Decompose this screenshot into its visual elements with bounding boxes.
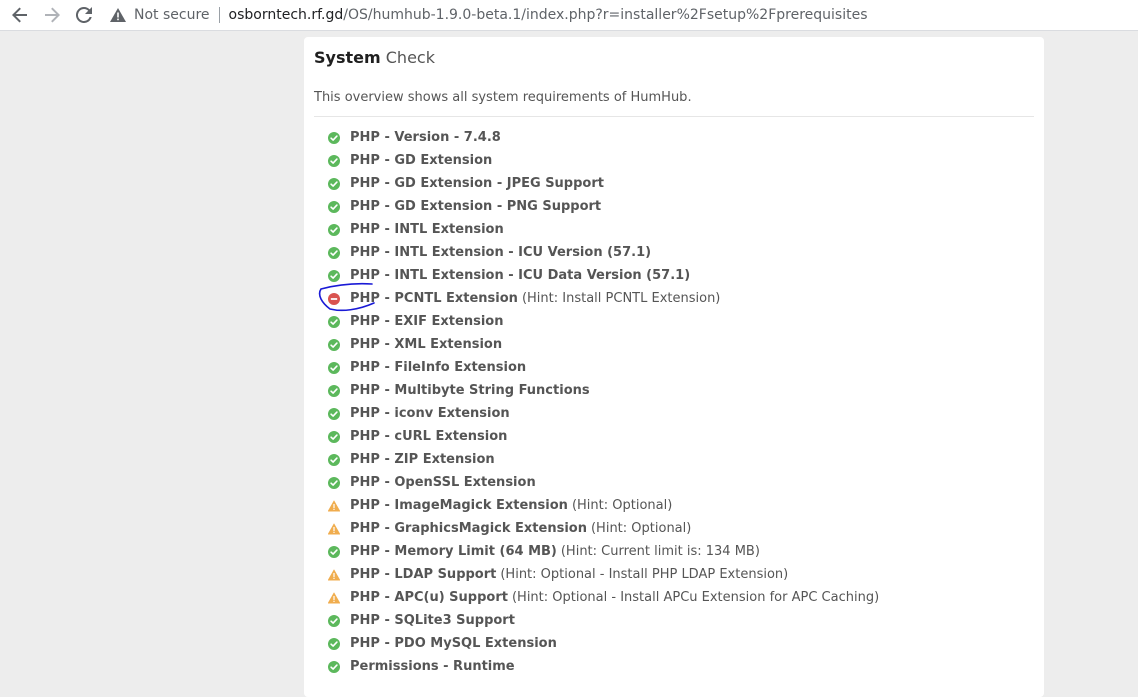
url-path[interactable]: /OS/humhub-1.9.0-beta.1/index.php?r=inst… bbox=[343, 7, 867, 23]
check-circle-icon bbox=[328, 660, 340, 673]
requirement-title: PHP - FileInfo Extension bbox=[350, 360, 527, 375]
url-host[interactable]: osborntech.rf.gd bbox=[229, 7, 344, 23]
warning-triangle-icon[interactable] bbox=[110, 8, 126, 22]
check-circle-icon bbox=[328, 200, 340, 213]
requirement-title: PHP - INTL Extension - ICU Data Version … bbox=[350, 268, 691, 283]
check-circle-icon bbox=[328, 177, 340, 190]
panel-title-light: Check bbox=[385, 48, 435, 67]
requirement-row: PHP - cURL Extension bbox=[328, 425, 879, 448]
requirement-title: PHP - INTL Extension bbox=[350, 222, 504, 237]
requirement-row: PHP - ZIP Extension bbox=[328, 448, 879, 471]
warning-triangle-icon bbox=[328, 568, 340, 581]
requirement-title: PHP - LDAP Support bbox=[350, 567, 497, 582]
divider bbox=[314, 116, 1034, 117]
requirement-row: PHP - GD Extension bbox=[328, 149, 879, 172]
requirement-row: PHP - Version - 7.4.8 bbox=[328, 126, 879, 149]
requirement-title: PHP - XML Extension bbox=[350, 337, 503, 352]
requirement-row: PHP - APC(u) Support (Hint: Optional - In… bbox=[328, 586, 879, 609]
requirement-row: PHP - ImageMagick Extension (Hint: Option… bbox=[328, 494, 879, 517]
requirement-hint: (Hint: Optional - Install PHP LDAP Exten… bbox=[500, 567, 789, 582]
requirement-row: PHP - PCNTL Extension (Hint: Install PCNT… bbox=[328, 287, 879, 310]
check-circle-icon bbox=[328, 315, 340, 328]
check-circle-icon bbox=[328, 338, 340, 351]
panel-title-strong: System bbox=[314, 48, 381, 67]
check-circle-icon bbox=[328, 154, 340, 167]
system-check-panel: System Check This overview shows all sys… bbox=[304, 37, 1044, 697]
check-circle-icon bbox=[328, 430, 340, 443]
requirement-row: PHP - INTL Extension - ICU Data Version … bbox=[328, 264, 879, 287]
requirement-row: PHP - Memory Limit (64 MB) (Hint: Current… bbox=[328, 540, 879, 563]
requirement-row: PHP - iconv Extension bbox=[328, 402, 879, 425]
check-circle-icon bbox=[328, 269, 340, 282]
requirement-title: PHP - GraphicsMagick Extension bbox=[350, 521, 587, 536]
requirement-row: PHP - INTL Extension bbox=[328, 218, 879, 241]
check-circle-icon bbox=[328, 545, 340, 558]
requirement-title: PHP - GD Extension - PNG Support bbox=[350, 199, 602, 214]
requirements-list: PHP - Version - 7.4.8 PHP - GD Extension P… bbox=[328, 126, 879, 678]
check-circle-icon bbox=[328, 637, 340, 650]
requirement-row: PHP - EXIF Extension bbox=[328, 310, 879, 333]
requirement-row: PHP - GraphicsMagick Extension (Hint: Opt… bbox=[328, 517, 879, 540]
check-circle-icon bbox=[328, 131, 340, 144]
requirement-row: PHP - FileInfo Extension bbox=[328, 356, 879, 379]
requirement-title: PHP - GD Extension bbox=[350, 153, 493, 168]
requirement-title: PHP - GD Extension - JPEG Support bbox=[350, 176, 604, 191]
requirement-title: PHP - Memory Limit (64 MB) bbox=[350, 544, 557, 559]
check-circle-icon bbox=[328, 407, 340, 420]
reload-icon[interactable] bbox=[74, 5, 94, 25]
requirement-title: PHP - iconv Extension bbox=[350, 406, 510, 421]
requirement-row: PHP - SQLite3 Support bbox=[328, 609, 879, 632]
requirement-hint: (Hint: Optional - Install APCu Extension… bbox=[511, 590, 880, 605]
requirement-row: PHP - XML Extension bbox=[328, 333, 879, 356]
requirement-title: PHP - OpenSSL Extension bbox=[350, 475, 536, 490]
requirement-hint: (Hint: Install PCNTL Extension) bbox=[521, 291, 721, 306]
requirement-row: PHP - PDO MySQL Extension bbox=[328, 632, 879, 655]
check-circle-icon bbox=[328, 246, 340, 259]
warning-triangle-icon bbox=[328, 522, 340, 535]
requirement-title: PHP - APC(u) Support bbox=[350, 590, 508, 605]
intro-text: This overview shows all system requireme… bbox=[314, 90, 692, 105]
minus-circle-icon bbox=[328, 292, 340, 305]
warning-triangle-icon bbox=[328, 591, 340, 604]
check-circle-icon bbox=[328, 384, 340, 397]
requirement-hint: (Hint: Current limit is: 134 MB) bbox=[560, 544, 760, 559]
requirement-row: PHP - GD Extension - JPEG Support bbox=[328, 172, 879, 195]
requirement-title: PHP - SQLite3 Support bbox=[350, 613, 515, 628]
back-arrow-icon[interactable] bbox=[10, 5, 30, 25]
security-label[interactable]: Not secure bbox=[134, 7, 210, 23]
requirement-title: PHP - Multibyte String Functions bbox=[350, 383, 590, 398]
panel-heading: System Check bbox=[304, 37, 1044, 78]
requirement-row: PHP - LDAP Support (Hint: Optional - Inst… bbox=[328, 563, 879, 586]
requirement-row: PHP - GD Extension - PNG Support bbox=[328, 195, 879, 218]
omnibox-divider bbox=[218, 7, 220, 23]
requirement-title: PHP - PDO MySQL Extension bbox=[350, 636, 557, 651]
browser-toolbar: Not secure osborntech.rf.gd /OS/humhub-1… bbox=[0, 0, 1138, 31]
requirement-row: Permissions - Runtime bbox=[328, 655, 879, 678]
check-circle-icon bbox=[328, 361, 340, 374]
requirement-title: PHP - Version - 7.4.8 bbox=[350, 130, 501, 145]
requirement-title: Permissions - Runtime bbox=[350, 659, 515, 674]
forward-arrow-icon[interactable] bbox=[42, 5, 62, 25]
requirement-row: PHP - OpenSSL Extension bbox=[328, 471, 879, 494]
requirement-hint: (Hint: Optional) bbox=[571, 498, 673, 513]
check-circle-icon bbox=[328, 453, 340, 466]
address-bar[interactable]: Not secure osborntech.rf.gd /OS/humhub-1… bbox=[110, 2, 867, 28]
requirement-title: PHP - cURL Extension bbox=[350, 429, 508, 444]
requirement-row: PHP - Multibyte String Functions bbox=[328, 379, 879, 402]
check-circle-icon bbox=[328, 476, 340, 489]
requirement-title: PHP - ZIP Extension bbox=[350, 452, 495, 467]
requirement-title: PHP - INTL Extension - ICU Version (57.1… bbox=[350, 245, 652, 260]
requirement-hint: (Hint: Optional) bbox=[590, 521, 692, 536]
requirement-title: PHP - PCNTL Extension bbox=[350, 291, 518, 306]
check-circle-icon bbox=[328, 223, 340, 236]
requirement-row: PHP - INTL Extension - ICU Version (57.1… bbox=[328, 241, 879, 264]
warning-triangle-icon bbox=[328, 499, 340, 512]
requirement-title: PHP - ImageMagick Extension bbox=[350, 498, 568, 513]
requirement-title: PHP - EXIF Extension bbox=[350, 314, 504, 329]
check-circle-icon bbox=[328, 614, 340, 627]
